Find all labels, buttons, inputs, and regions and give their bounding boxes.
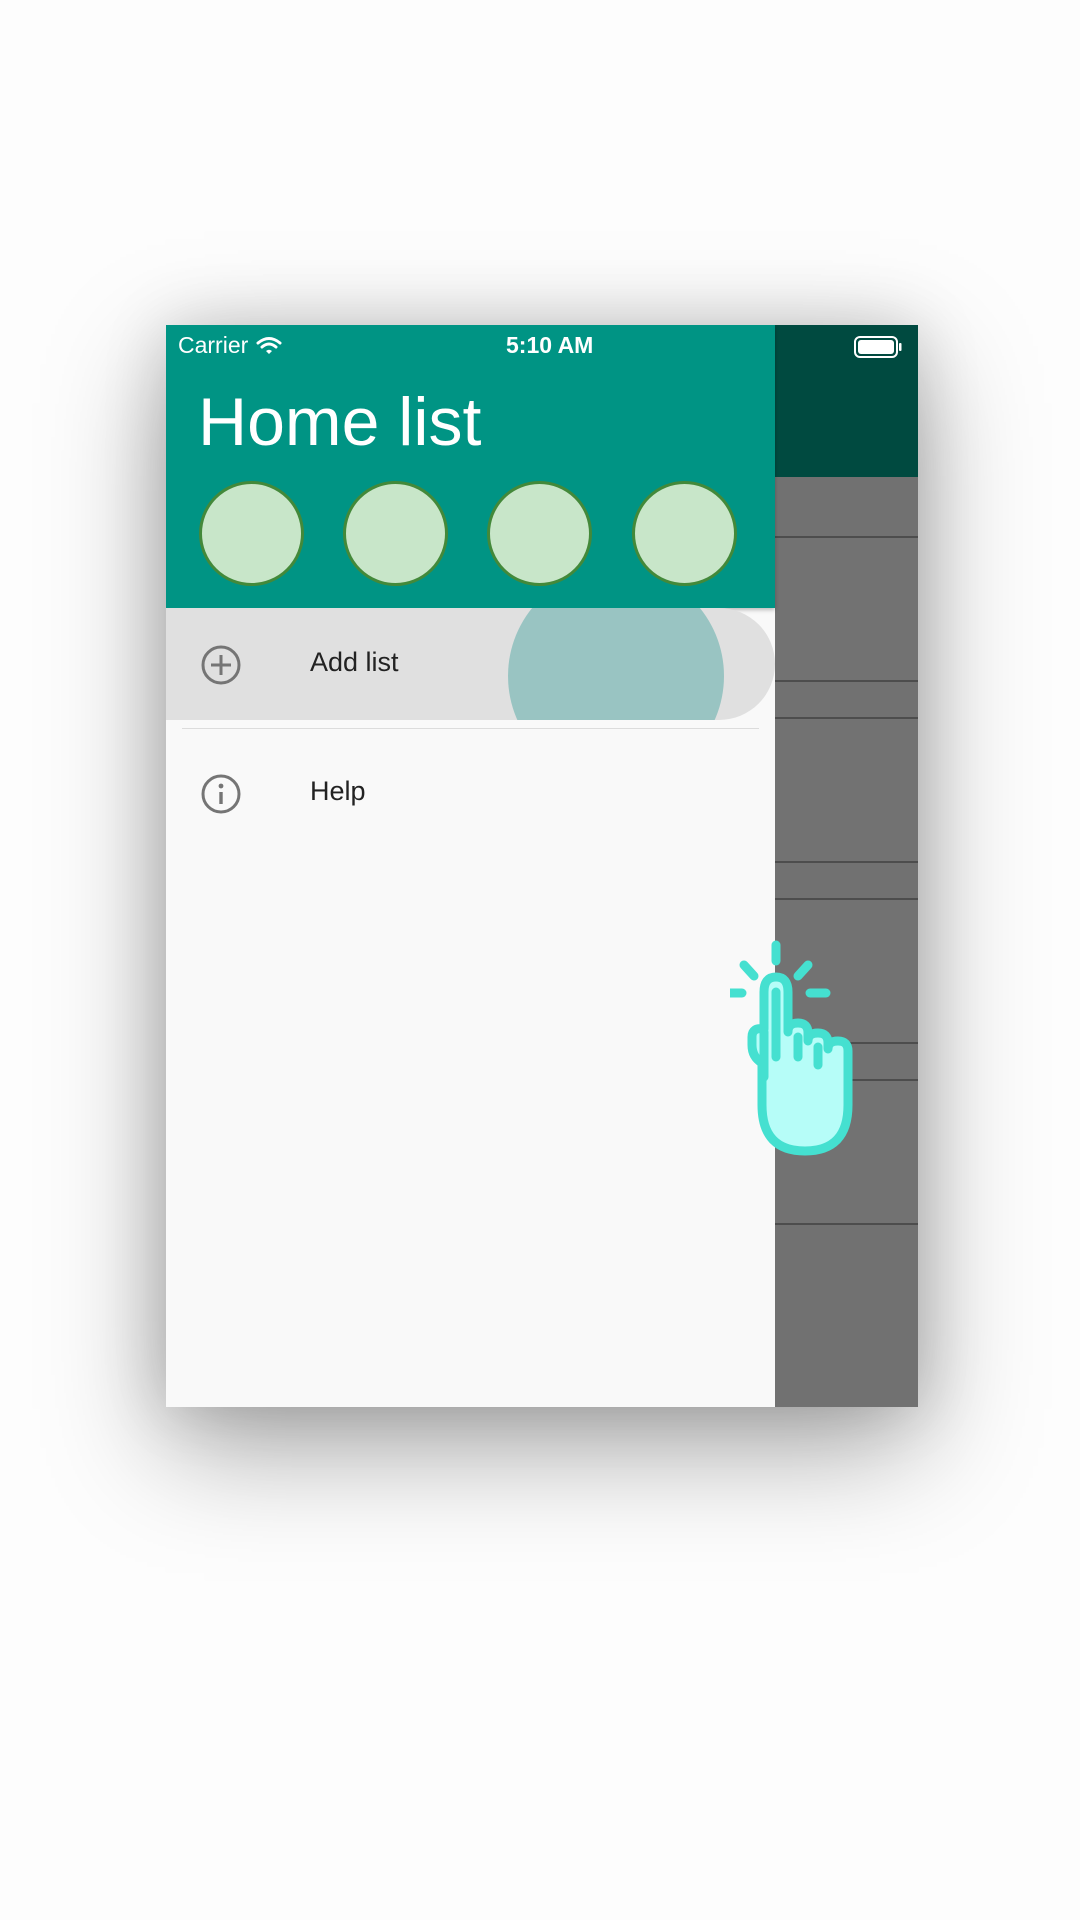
info-icon xyxy=(201,774,241,814)
drawer-header: Carrier 5:10 AM Home list xyxy=(166,325,775,608)
avatar[interactable] xyxy=(632,481,737,586)
status-carrier: Carrier xyxy=(178,332,282,359)
avatar[interactable] xyxy=(487,481,592,586)
menu-item-label: Help xyxy=(310,776,366,806)
avatar[interactable] xyxy=(343,481,448,586)
add-circle-icon xyxy=(201,645,241,685)
menu-divider xyxy=(182,728,759,729)
drawer-title: Home list xyxy=(198,384,482,460)
tap-hand-icon xyxy=(730,940,853,1156)
menu-item-help[interactable]: Help xyxy=(166,737,775,849)
status-time: 5:10 AM xyxy=(506,332,594,358)
phone-screen: x1 x2 x3 x5 Carrier 5:10 AM Home list xyxy=(166,325,918,1407)
touch-ripple xyxy=(508,608,724,720)
carrier-label: Carrier xyxy=(178,332,249,358)
wifi-icon xyxy=(256,336,282,354)
battery-icon xyxy=(854,336,902,358)
menu-item-label: Add list xyxy=(310,647,399,677)
navigation-drawer: Carrier 5:10 AM Home list Add list Help xyxy=(166,325,775,1407)
avatar[interactable] xyxy=(199,481,304,586)
menu-item-add-list[interactable]: Add list xyxy=(166,608,775,720)
